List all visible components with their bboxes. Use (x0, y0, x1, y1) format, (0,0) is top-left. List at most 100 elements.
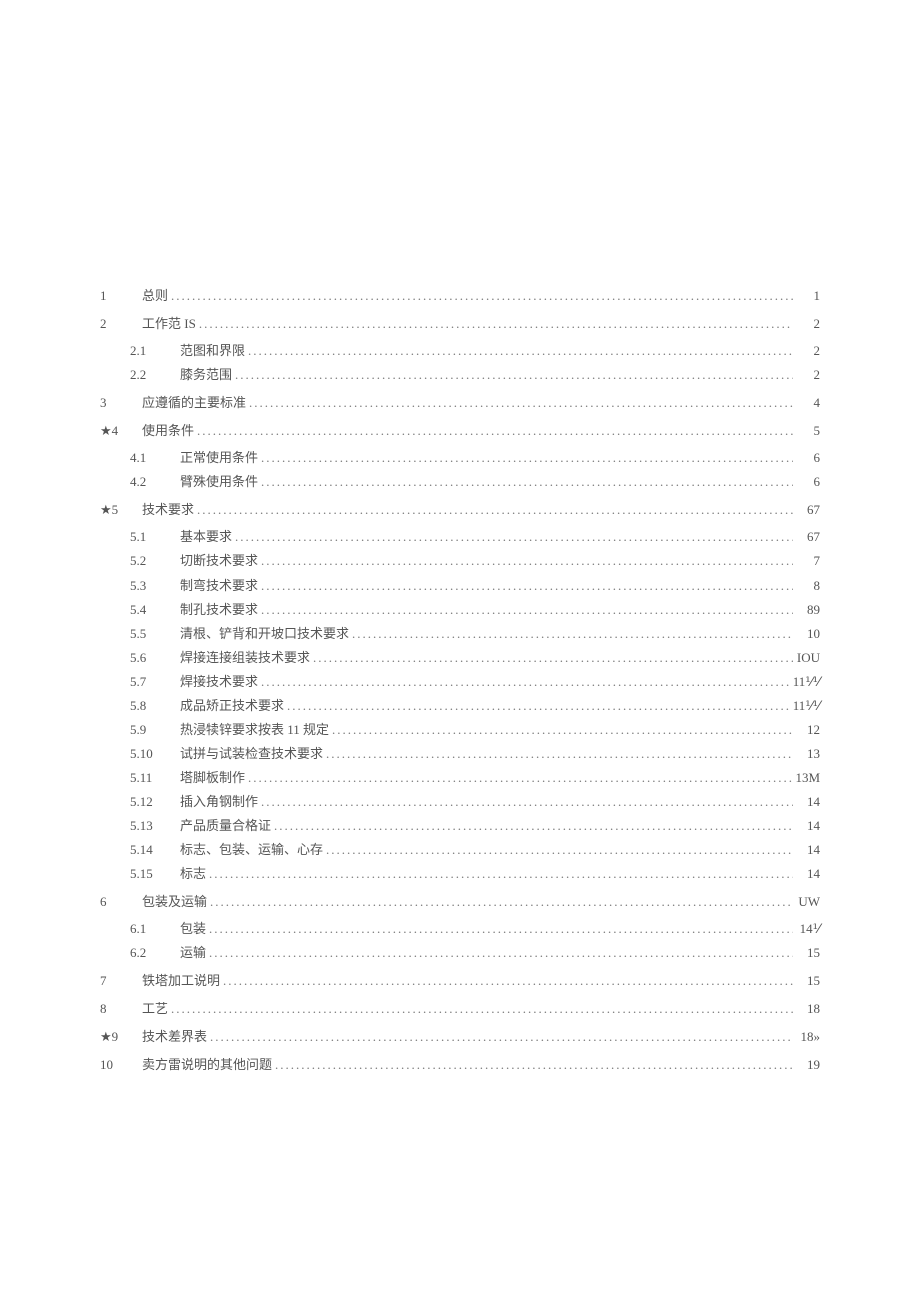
toc-leader-dots (171, 997, 793, 1021)
toc-subentry: 5.6焊接连接组装技术要求IOU (100, 646, 820, 670)
toc-subentry: 6.1包装 14⅟ (100, 917, 820, 941)
toc-leader-dots (261, 470, 793, 494)
toc-leader-dots (274, 814, 793, 838)
toc-entry-page: 12 (796, 718, 820, 742)
toc-entry-number: 5.14 (130, 838, 180, 862)
toc-subentry: 4.1正常使用条件6 (100, 446, 820, 470)
toc-entry-number: 5.1 (130, 525, 180, 549)
toc-entry-number: 10 (100, 1053, 142, 1077)
toc-subsection-list: 5.1基本要求675.2切断技术要求75.3制弯技术要求85.4制孔技术要求89… (100, 525, 820, 886)
toc-section: 7铁塔加工说明15 (100, 969, 820, 993)
toc-leader-dots (197, 498, 793, 522)
toc-subsection-list: 2.1范图和界限22.2膝务范围2 (100, 339, 820, 387)
toc-leader-dots (199, 312, 793, 336)
toc-leader-dots (261, 446, 793, 470)
toc-entry-title: 膝务范围 (180, 363, 232, 387)
toc-leader-dots (223, 969, 793, 993)
toc-entry-title: 技术要求 (142, 498, 194, 522)
toc-entry-page: 67 (796, 525, 820, 549)
toc-entry-number: 4.1 (130, 446, 180, 470)
toc-entry-page: 2 (796, 312, 820, 336)
toc-entry-title: 工艺 (142, 997, 168, 1021)
toc-entry-number: ★4 (100, 419, 142, 443)
toc-subentry: 5.13产品质量合格证14 (100, 814, 820, 838)
toc-entry: ★5技术要求67 (100, 498, 820, 522)
toc-subsection-list: 6.1包装 14⅟6.2运输15 (100, 917, 820, 965)
toc-section: 3应遵循的主要标准4 (100, 391, 820, 415)
toc-entry-page: 14 (796, 790, 820, 814)
toc-entry-title: 技术差界表 (142, 1025, 207, 1049)
toc-entry-title: 标志 (180, 862, 206, 886)
toc-entry-title: 包装及运输 (142, 890, 207, 914)
toc-entry-page: 6 (796, 446, 820, 470)
toc-leader-dots (210, 890, 793, 914)
toc-entry-number: 6 (100, 890, 142, 914)
toc-entry-title: 切断技术要求 (180, 549, 258, 573)
toc-entry-title: 工作范 IS (142, 312, 196, 336)
toc-entry-number: ★5 (100, 498, 142, 522)
toc-entry-number: 5.4 (130, 598, 180, 622)
toc-entry-title: 臂殊使用条件 (180, 470, 258, 494)
toc-subentry: 5.4制孔技术要求89 (100, 598, 820, 622)
toc-entry-page: 5 (796, 419, 820, 443)
toc-entry: 2工作范 IS2 (100, 312, 820, 336)
toc-entry-title: 基本要求 (180, 525, 232, 549)
toc-entry-title: 塔脚板制作 (180, 766, 245, 790)
toc-entry-number: 6.2 (130, 941, 180, 965)
toc-section: 8工艺18 (100, 997, 820, 1021)
toc-entry-title: 产品质量合格证 (180, 814, 271, 838)
toc-entry-page: 14 (796, 862, 820, 886)
toc-leader-dots (326, 838, 793, 862)
toc-leader-dots (249, 391, 793, 415)
toc-leader-dots (261, 549, 793, 573)
toc-leader-dots (197, 419, 793, 443)
toc-leader-dots (235, 363, 793, 387)
toc-entry-number: 5.3 (130, 574, 180, 598)
toc-entry-number: 7 (100, 969, 142, 993)
toc-entry: 6包装及运输 UW (100, 890, 820, 914)
toc-leader-dots (313, 646, 793, 670)
toc-entry-page: 7 (796, 549, 820, 573)
toc-entry-page: 8 (796, 574, 820, 598)
toc-entry-number: 8 (100, 997, 142, 1021)
toc-entry: ★4使用条件5 (100, 419, 820, 443)
toc-entry-page: 18» (796, 1025, 820, 1049)
toc-entry-title: 制孔技术要求 (180, 598, 258, 622)
toc-entry-title: 标志、包装、运输、心存 (180, 838, 323, 862)
toc-entry-page: 2 (796, 339, 820, 363)
toc-entry-number: 5.5 (130, 622, 180, 646)
toc-entry-title: 应遵循的主要标准 (142, 391, 246, 415)
toc-entry-page: 14 (796, 838, 820, 862)
toc-section: ★5技术要求675.1基本要求675.2切断技术要求75.3制弯技术要求85.4… (100, 498, 820, 886)
toc-entry: 1总则1 (100, 284, 820, 308)
toc-entry-number: 5.9 (130, 718, 180, 742)
toc-entry-title: 包装 (180, 917, 206, 941)
toc-section: 6包装及运输 UW 6.1包装 14⅟6.2运输15 (100, 890, 820, 965)
toc-section: ★9技术差界表18» (100, 1025, 820, 1049)
toc-subentry: 5.8成品矫正技术要求11⅟⅟ (100, 694, 820, 718)
toc-subentry: 5.1基本要求 67 (100, 525, 820, 549)
toc-leader-dots (248, 339, 793, 363)
toc-leader-dots (210, 1025, 793, 1049)
toc-entry-title: 总则 (142, 284, 168, 308)
toc-entry-title: 焊接连接组装技术要求 (180, 646, 310, 670)
toc-subentry: 5.14标志、包装、运输、心存 14 (100, 838, 820, 862)
toc-entry-title: 卖方雷说明的其他问题 (142, 1053, 272, 1077)
toc-entry-page: 13M (795, 766, 820, 790)
toc-entry-page: IOU (796, 646, 820, 670)
toc-subentry: 5.10试拼与试装检查技术要求13 (100, 742, 820, 766)
toc-entry-page: 13 (796, 742, 820, 766)
toc-entry-page: 14⅟ (796, 917, 820, 941)
toc-subentry: 6.2运输15 (100, 941, 820, 965)
toc-entry-page: UW (796, 890, 820, 914)
toc-leader-dots (209, 941, 793, 965)
toc-leader-dots (332, 718, 793, 742)
toc-entry-title: 铁塔加工说明 (142, 969, 220, 993)
table-of-contents: 1总则12工作范 IS22.1范图和界限22.2膝务范围23应遵循的主要标准4★… (100, 284, 820, 1077)
toc-section: 10卖方雷说明的其他问题19 (100, 1053, 820, 1077)
toc-entry-number: 6.1 (130, 917, 180, 941)
toc-leader-dots (352, 622, 793, 646)
toc-entry-title: 热浸犊锌要求按表 11 规定 (180, 718, 329, 742)
toc-entry-number: 5.8 (130, 694, 180, 718)
toc-entry-number: 2.1 (130, 339, 180, 363)
